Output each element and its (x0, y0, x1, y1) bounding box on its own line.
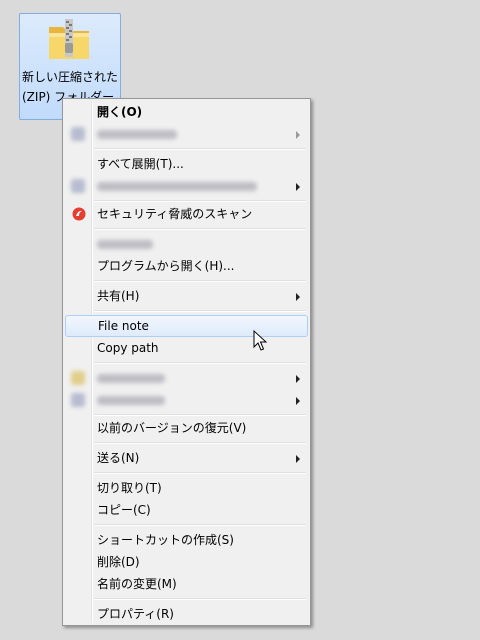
menu-item-cut-label: 切り取り(T) (97, 481, 162, 495)
menu-item-file-note-label: File note (98, 319, 149, 333)
menu-item-blurred-5[interactable] (65, 389, 308, 411)
blurred-label (97, 240, 153, 249)
menu-item-open[interactable]: 開く(O) (65, 101, 308, 123)
menu-item-copy-label: コピー(C) (97, 503, 151, 517)
security-scan-icon (72, 207, 86, 221)
menu-item-open-with[interactable]: プログラムから開く(H)... (65, 255, 308, 277)
menu-item-send-to[interactable]: 送る(N) (65, 447, 308, 469)
zip-folder-icon (49, 19, 89, 59)
menu-item-security-scan[interactable]: セキュリティ脅威のスキャン (65, 203, 308, 225)
menu-item-delete-label: 削除(D) (97, 555, 140, 569)
menu-item-blurred-1[interactable] (65, 123, 308, 145)
menu-separator (94, 200, 306, 202)
menu-item-cut[interactable]: 切り取り(T) (65, 477, 308, 499)
menu-separator (94, 310, 306, 312)
menu-separator (94, 414, 306, 416)
menu-separator (94, 442, 306, 444)
mouse-cursor-icon (253, 330, 267, 351)
menu-item-extract-all[interactable]: すべて展開(T)... (65, 153, 308, 175)
menu-item-rename[interactable]: 名前の変更(M) (65, 573, 308, 595)
menu-item-copy-path-label: Copy path (97, 341, 159, 355)
submenu-arrow-icon (296, 397, 300, 405)
submenu-arrow-icon (296, 131, 300, 139)
blurred-icon (71, 393, 85, 407)
menu-item-blurred-3[interactable] (65, 233, 308, 255)
menu-item-restore-previous-label: 以前のバージョンの復元(V) (97, 421, 247, 435)
menu-item-create-shortcut[interactable]: ショートカットの作成(S) (65, 529, 308, 551)
submenu-arrow-icon (296, 455, 300, 463)
menu-separator (94, 472, 306, 474)
menu-item-delete[interactable]: 削除(D) (65, 551, 308, 573)
menu-item-blurred-4[interactable] (65, 367, 308, 389)
menu-item-properties[interactable]: プロパティ(R) (65, 603, 308, 625)
blurred-label (97, 396, 165, 405)
menu-item-create-shortcut-label: ショートカットの作成(S) (97, 533, 234, 547)
menu-item-blurred-2[interactable] (65, 175, 308, 197)
blurred-label (97, 374, 165, 383)
blurred-label (97, 182, 257, 191)
menu-item-open-label: 開く(O) (97, 105, 143, 119)
menu-item-extract-all-label: すべて展開(T)... (97, 157, 184, 171)
menu-item-restore-previous[interactable]: 以前のバージョンの復元(V) (65, 417, 308, 439)
menu-separator (94, 280, 306, 282)
menu-separator (94, 362, 306, 364)
menu-separator (94, 148, 306, 150)
menu-separator (94, 598, 306, 600)
submenu-arrow-icon (296, 375, 300, 383)
menu-item-send-to-label: 送る(N) (97, 451, 140, 465)
blurred-label (97, 130, 177, 139)
menu-separator (94, 228, 306, 230)
menu-item-open-with-label: プログラムから開く(H)... (97, 259, 235, 273)
menu-item-rename-label: 名前の変更(M) (97, 577, 177, 591)
submenu-arrow-icon (296, 183, 300, 191)
context-menu: 開く(O) すべて展開(T)... セキュリティ脅威のスキャン プログラムから開… (62, 98, 311, 626)
menu-item-file-note[interactable]: File note (65, 315, 308, 337)
blurred-icon (71, 127, 85, 141)
menu-item-copy[interactable]: コピー(C) (65, 499, 308, 521)
blurred-icon (71, 179, 85, 193)
menu-item-security-scan-label: セキュリティ脅威のスキャン (97, 207, 253, 221)
menu-item-share[interactable]: 共有(H) (65, 285, 308, 307)
menu-item-copy-path[interactable]: Copy path (65, 337, 308, 359)
blurred-icon (71, 371, 85, 385)
menu-item-properties-label: プロパティ(R) (97, 607, 174, 621)
menu-separator (94, 524, 306, 526)
submenu-arrow-icon (296, 293, 300, 301)
desktop-icon-label-line1: 新しい圧縮された (21, 70, 118, 84)
menu-item-share-label: 共有(H) (97, 289, 140, 303)
